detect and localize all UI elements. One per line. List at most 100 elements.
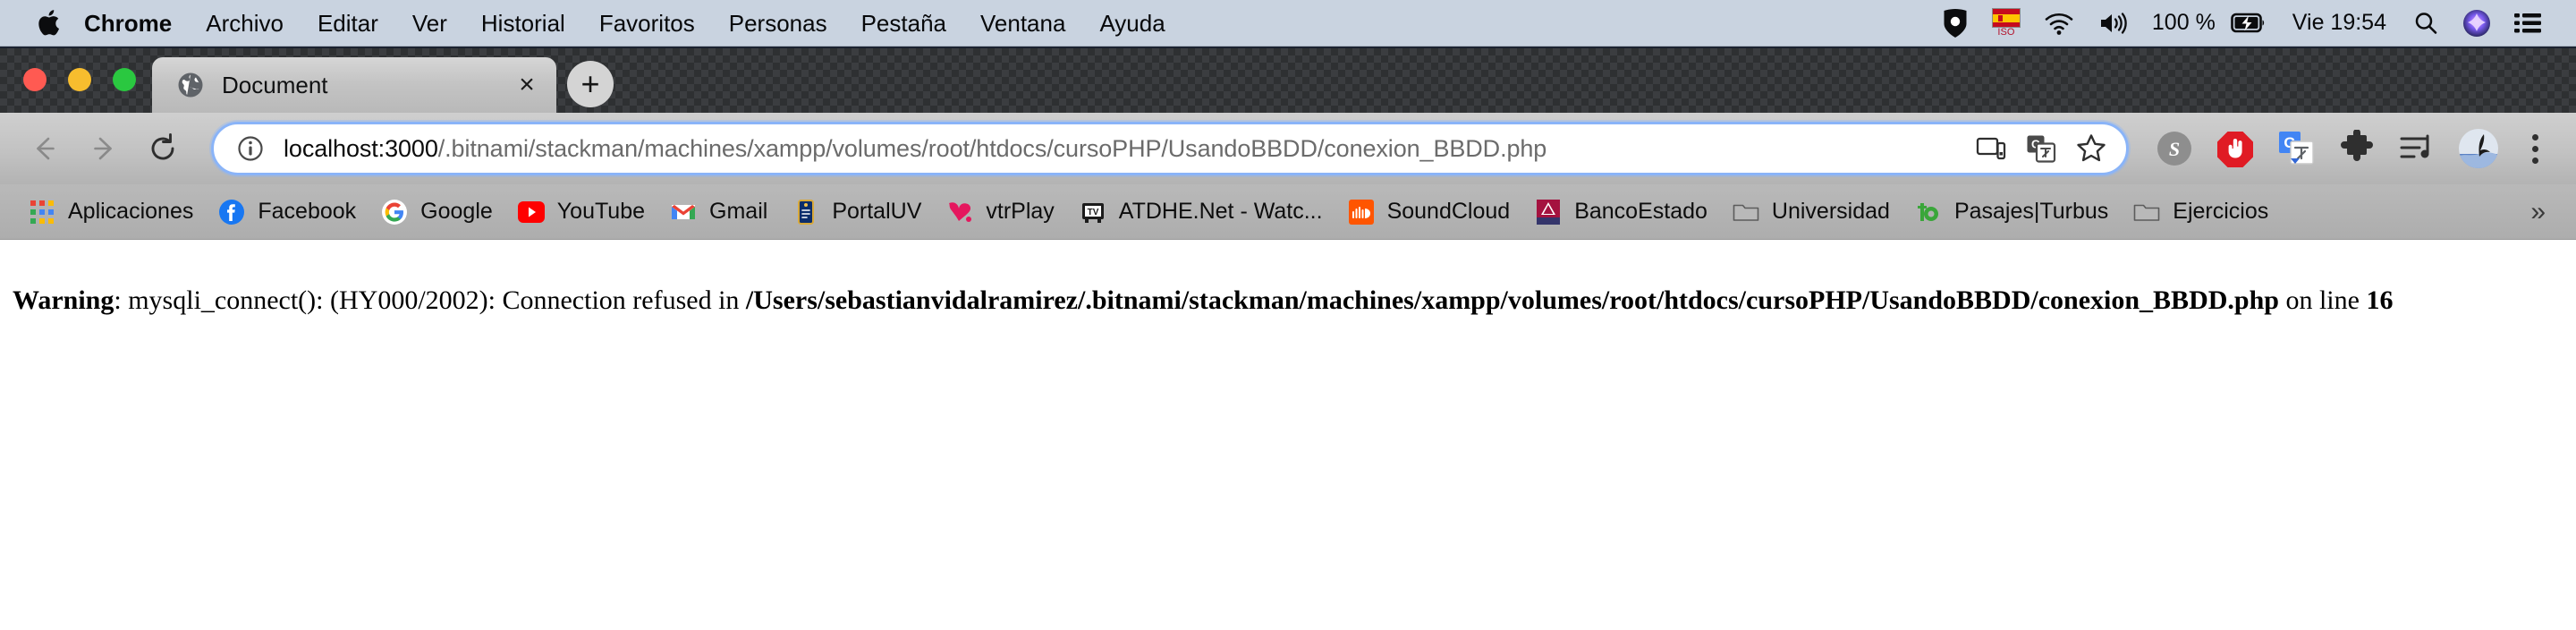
bookmark-vtrplay[interactable]: vtrPlay — [934, 190, 1066, 234]
bookmark-star-icon[interactable] — [2069, 126, 2114, 171]
turbus-icon — [1915, 199, 1942, 226]
apps-grid-icon — [29, 199, 55, 226]
menu-item-chrome[interactable]: Chrome — [84, 0, 189, 47]
bookmark-label: Pasajes|Turbus — [1953, 199, 2109, 224]
wifi-icon[interactable] — [2032, 10, 2086, 37]
vtrplay-icon — [946, 199, 973, 226]
atdhe-tv-icon: TV — [1080, 199, 1106, 226]
menu-item-editar[interactable]: Editar — [301, 0, 395, 47]
skype-extension-icon[interactable]: S — [2150, 124, 2199, 173]
macos-menu-bar: Chrome Archivo Editar Ver Historial Favo… — [0, 0, 2576, 47]
menu-item-ayuda[interactable]: Ayuda — [1082, 0, 1182, 47]
bookmarks-bar: Aplicaciones Facebook Google YouTube Gma… — [0, 184, 2576, 240]
portaluv-icon — [792, 199, 819, 226]
folder-icon — [2133, 199, 2160, 226]
bookmark-label: PortalUV — [832, 199, 922, 224]
bookmark-facebook[interactable]: Facebook — [206, 190, 369, 234]
translate-icon[interactable]: G — [2019, 126, 2063, 171]
menu-item-pestana[interactable]: Pestaña — [844, 0, 963, 47]
google-icon — [381, 199, 408, 226]
google-translate-extension-icon[interactable]: G — [2272, 124, 2320, 173]
url-text[interactable]: localhost:3000/.bitnami/stackman/machine… — [284, 135, 1963, 163]
bookmark-label: Google — [420, 199, 493, 224]
warning-on-line-text: on line — [2278, 285, 2367, 315]
window-traffic-lights — [23, 68, 136, 91]
menubar-clock[interactable]: Vie 19:54 — [2278, 10, 2401, 36]
back-arrow-icon[interactable] — [20, 123, 70, 174]
address-bar[interactable]: localhost:3000/.bitnami/stackman/machine… — [211, 122, 2129, 175]
music-playlist-extension-icon[interactable] — [2394, 124, 2442, 173]
reload-icon[interactable] — [138, 123, 188, 174]
globe-icon — [177, 72, 204, 98]
menu-item-ver[interactable]: Ver — [395, 0, 464, 47]
menu-item-personas[interactable]: Personas — [712, 0, 844, 47]
new-tab-button[interactable]: + — [567, 61, 614, 107]
tab-strip: Document × + — [0, 47, 2576, 113]
chrome-browser-window: Document × + localhost:3000/.bitnami/sta… — [0, 47, 2576, 630]
url-path: /.bitnami/stackman/machines/xampp/volume… — [437, 134, 1547, 162]
url-host: localhost:3000 — [284, 134, 438, 162]
battery-charging-icon[interactable] — [2219, 12, 2278, 35]
warning-label: Warning — [13, 285, 114, 315]
close-tab-button[interactable]: × — [508, 66, 546, 104]
bookmark-bancoestado[interactable]: BancoEstado — [1522, 190, 1720, 234]
apple-logo-icon[interactable] — [38, 8, 64, 38]
info-circle-icon[interactable] — [235, 133, 266, 164]
bookmark-label: BancoEstado — [1574, 199, 1707, 224]
svg-text:TV: TV — [1087, 208, 1098, 217]
browser-toolbar: localhost:3000/.bitnami/stackman/machine… — [0, 113, 2576, 184]
bancoestado-icon — [1535, 199, 1562, 226]
bookmark-label: Aplicaciones — [68, 199, 194, 224]
folder-icon — [1733, 199, 1759, 226]
bookmark-label: YouTube — [556, 199, 646, 224]
bookmark-label: Ejercicios — [2173, 199, 2269, 224]
minimize-window-button[interactable] — [68, 68, 91, 91]
spain-flag-iso-icon[interactable]: ISO — [1980, 8, 2032, 38]
browser-tab-document[interactable]: Document × — [152, 57, 556, 113]
youtube-icon — [517, 199, 545, 226]
bookmark-atdhe[interactable]: TV ATDHE.Net - Watc... — [1067, 190, 1335, 234]
bookmark-google[interactable]: Google — [369, 190, 505, 234]
input-source-label: ISO — [1997, 27, 2015, 38]
warning-file-path: /Users/sebastianvidalramirez/.bitnami/st… — [745, 285, 2279, 315]
bookmark-label: SoundCloud — [1386, 199, 1511, 224]
bookmark-youtube[interactable]: YouTube — [505, 190, 657, 234]
profile-avatar-icon[interactable] — [2454, 124, 2503, 173]
warning-message: mysqli_connect(): (HY000/2002): Connecti… — [128, 285, 746, 315]
facebook-icon — [218, 199, 245, 226]
svg-text:S: S — [2169, 138, 2180, 160]
soundcloud-icon — [1348, 199, 1375, 226]
volume-icon[interactable] — [2086, 10, 2141, 37]
bookmark-turbus[interactable]: Pasajes|Turbus — [1902, 190, 2121, 234]
extensions-puzzle-icon[interactable] — [2333, 124, 2381, 173]
menu-item-ventana[interactable]: Ventana — [963, 0, 1082, 47]
bookmark-folder-universidad[interactable]: Universidad — [1720, 190, 1902, 234]
bookmark-aplicaciones[interactable]: Aplicaciones — [16, 190, 206, 234]
bookmark-soundcloud[interactable]: SoundCloud — [1335, 190, 1523, 234]
menu-item-favoritos[interactable]: Favoritos — [582, 0, 712, 47]
bookmark-portaluv[interactable]: PortalUV — [780, 190, 934, 234]
menu-item-historial[interactable]: Historial — [464, 0, 582, 47]
close-window-button[interactable] — [23, 68, 47, 91]
adblock-extension-icon[interactable] — [2211, 124, 2259, 173]
maximize-window-button[interactable] — [113, 68, 136, 91]
menu-item-archivo[interactable]: Archivo — [189, 0, 301, 47]
bookmark-label: Gmail — [709, 199, 768, 224]
siri-icon[interactable] — [2451, 9, 2503, 38]
forward-arrow-icon[interactable] — [79, 123, 129, 174]
chrome-menu-icon[interactable] — [2517, 133, 2553, 164]
php-warning-message: Warning: mysqli_connect(): (HY000/2002):… — [13, 283, 2563, 318]
control-center-icon[interactable] — [2503, 12, 2553, 35]
bookmark-label: vtrPlay — [986, 199, 1055, 224]
bookmark-label: Facebook — [258, 199, 357, 224]
bookmarks-overflow-button[interactable]: » — [2521, 197, 2555, 227]
bitwarden-icon[interactable] — [1930, 8, 1980, 38]
spotlight-search-icon[interactable] — [2401, 10, 2451, 37]
warning-colon: : — [114, 285, 129, 315]
battery-percent-label: 100 % — [2151, 10, 2216, 35]
cast-icon[interactable] — [1969, 126, 2013, 171]
bookmark-folder-ejercicios[interactable]: Ejercicios — [2121, 190, 2281, 234]
bookmark-label: ATDHE.Net - Watc... — [1118, 199, 1323, 224]
bookmark-gmail[interactable]: Gmail — [657, 190, 780, 234]
warning-line-number: 16 — [2366, 285, 2394, 315]
